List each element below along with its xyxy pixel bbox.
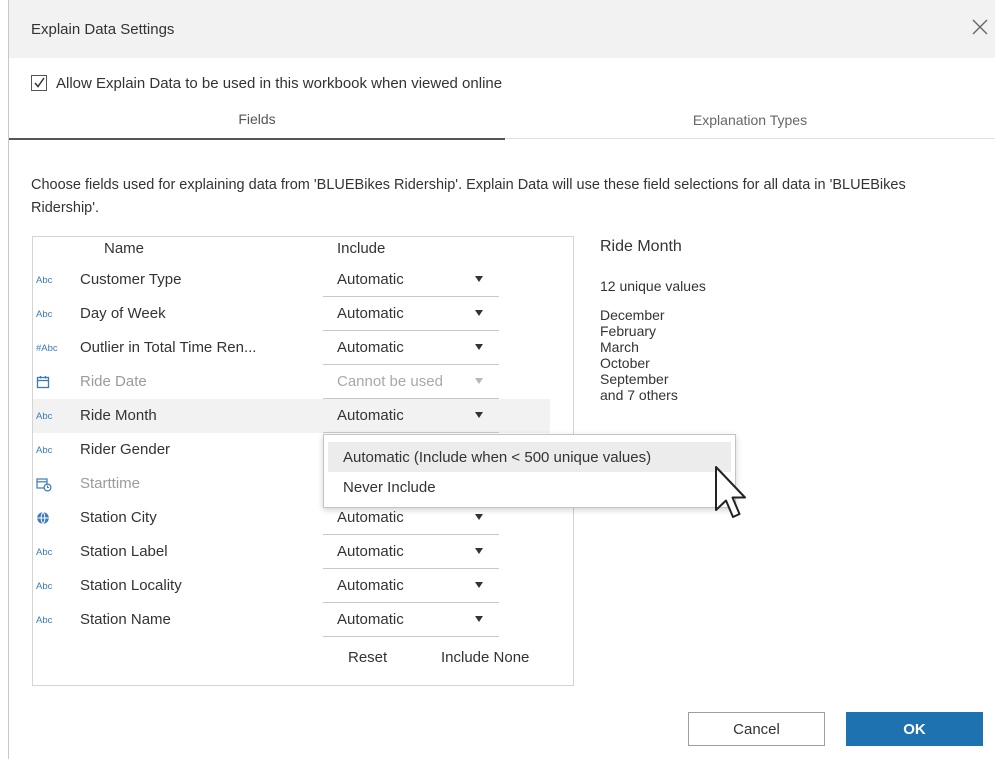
field-name: Ride Date — [80, 373, 147, 390]
include-value: Cannot be used — [337, 373, 443, 390]
table-row: Abc Station Name Automatic — [33, 603, 550, 637]
string-type-icon: Abc — [36, 444, 53, 456]
allow-explain-data-row[interactable]: Allow Explain Data to be used in this wo… — [31, 72, 502, 94]
table-row: Abc Customer Type Automatic — [33, 263, 550, 297]
string-type-icon: #Abc — [36, 342, 58, 354]
caret-down-icon — [475, 412, 483, 418]
allow-checkbox[interactable] — [31, 75, 47, 91]
description: Choose fields used for explaining data f… — [31, 177, 906, 216]
include-dropdown[interactable]: Automatic — [323, 603, 499, 637]
string-type-icon: Abc — [36, 614, 53, 626]
reset-link[interactable]: Reset — [348, 649, 387, 666]
include-dropdown[interactable]: Automatic — [323, 399, 499, 433]
caret-down-icon — [475, 310, 483, 316]
table-row: Abc Station Label Automatic — [33, 535, 550, 569]
include-column-header: Include — [337, 240, 386, 257]
string-type-icon: Abc — [36, 546, 53, 558]
include-dropdown[interactable]: Automatic — [323, 263, 499, 297]
table-row: Ride Date Cannot be used — [33, 365, 550, 399]
menu-item-automatic[interactable]: Automatic (Include when < 500 unique val… — [328, 442, 731, 472]
include-dropdown[interactable]: Automatic — [323, 569, 499, 603]
include-value: Automatic — [337, 577, 404, 594]
detail-unique-count: 12 unique values — [600, 278, 706, 294]
caret-down-icon — [475, 344, 483, 350]
include-value: Automatic — [337, 407, 404, 424]
tab-explanation-types[interactable]: Explanation Types — [505, 100, 995, 140]
include-none-link[interactable]: Include None — [441, 649, 529, 666]
detail-value: March — [600, 339, 639, 355]
caret-down-icon — [475, 514, 483, 520]
table-row: Abc Day of Week Automatic — [33, 297, 550, 331]
detail-value: December — [600, 307, 665, 323]
caret-down-icon — [475, 548, 483, 554]
table-row: Abc Ride Month Automatic — [33, 399, 550, 433]
ok-button[interactable]: OK — [846, 712, 983, 746]
string-type-icon: Abc — [36, 274, 53, 286]
caret-down-icon — [475, 276, 483, 282]
close-icon[interactable] — [967, 14, 993, 40]
caret-down-icon — [475, 616, 483, 622]
field-name: Ride Month — [80, 407, 157, 424]
include-dropdown[interactable]: Automatic — [323, 535, 499, 569]
dialog-title: Explain Data Settings — [31, 21, 175, 38]
globe-icon — [36, 501, 66, 535]
table-row: Abc Station Locality Automatic — [33, 569, 550, 603]
field-name: Customer Type — [80, 271, 182, 288]
include-value: Automatic — [337, 339, 404, 356]
name-column-header: Name — [104, 240, 145, 257]
title-bar: Explain Data Settings — [9, 0, 995, 58]
include-dropdown[interactable]: Automatic — [323, 331, 499, 365]
field-name: Station Name — [80, 611, 171, 628]
include-value: Automatic — [337, 305, 404, 322]
include-dropdown: Cannot be used — [323, 365, 499, 399]
tab-fields[interactable]: Fields — [9, 100, 505, 140]
detail-value: February — [600, 323, 657, 339]
field-name: Station Locality — [80, 577, 182, 594]
mouse-pointer-icon — [713, 464, 749, 530]
include-value: Automatic — [337, 271, 404, 288]
field-name: Station City — [80, 509, 157, 526]
datetime-icon — [36, 467, 66, 501]
detail-value: and 7 others — [600, 387, 678, 403]
field-name: Rider Gender — [80, 441, 171, 458]
field-name: Station Label — [80, 543, 168, 560]
caret-down-icon — [475, 582, 483, 588]
include-value: Automatic — [337, 611, 404, 628]
tab-bar: Fields Explanation Types — [9, 100, 995, 140]
include-dropdown-menu: Automatic (Include when < 500 unique val… — [323, 434, 736, 508]
menu-item-never-include[interactable]: Never Include — [328, 472, 731, 502]
allow-label: Allow Explain Data to be used in this wo… — [56, 74, 503, 92]
detail-value: September — [600, 371, 669, 387]
caret-down-icon — [475, 378, 483, 384]
cancel-button[interactable]: Cancel — [688, 712, 825, 746]
detail-value: October — [600, 355, 650, 371]
field-name: Day of Week — [80, 305, 166, 322]
detail-title: Ride Month — [600, 238, 682, 255]
string-type-icon: Abc — [36, 308, 53, 320]
tab-divider — [505, 138, 995, 139]
include-value: Automatic — [337, 543, 404, 560]
calendar-icon — [36, 365, 66, 399]
include-dropdown[interactable]: Automatic — [323, 297, 499, 331]
include-value: Automatic — [337, 509, 404, 526]
string-type-icon: Abc — [36, 580, 53, 592]
field-name: Outlier in Total Time Ren... — [80, 339, 257, 356]
table-row: #Abc Outlier in Total Time Ren... Automa… — [33, 331, 550, 365]
detail-values-list: December February March October Septembe… — [600, 307, 678, 403]
string-type-icon: Abc — [36, 410, 53, 422]
field-name: Starttime — [80, 475, 141, 492]
